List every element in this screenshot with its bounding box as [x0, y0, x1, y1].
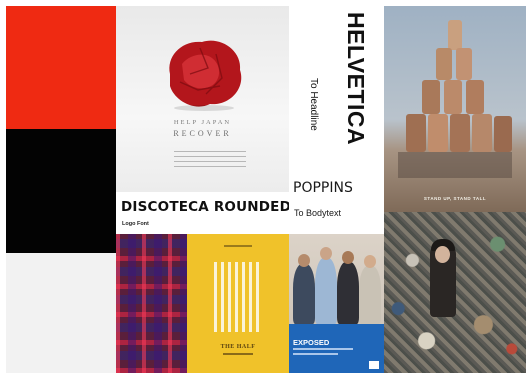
poster-text-line [293, 353, 338, 355]
poster-line-2: RECOVER [173, 129, 232, 138]
poster-subcaption-line [223, 353, 253, 355]
font-usage-headline: To Headline [308, 78, 319, 131]
color-swatch-light-gray [6, 253, 116, 373]
poster-caption: THE HALF [220, 344, 256, 350]
font-name-body: POPPINS [293, 180, 353, 196]
poster-title: EXPOSED [293, 338, 330, 347]
poster-help-japan: HELP JAPAN RECOVER [116, 6, 289, 192]
font-card-logo: DISCOTECA ROUNDED Logo Font [116, 192, 289, 234]
poster-exposed: EXPOSED [289, 234, 384, 373]
mood-board: HELP JAPAN RECOVER DISCOTECA ROUNDED Log… [0, 0, 532, 379]
font-card-body: POPPINS To Bodytext [291, 174, 384, 232]
color-swatch-black [6, 129, 116, 253]
stripes-graphic [214, 262, 262, 332]
human-pyramid-photo: STAND UP, STAND TALL [384, 6, 526, 212]
poster-header-line [224, 245, 252, 247]
poster-line-1: HELP JAPAN [173, 119, 232, 126]
font-name-logo: DISCOTECA ROUNDED [121, 199, 289, 215]
studio-logo-icon [369, 361, 379, 369]
poster-text-line [293, 348, 353, 350]
clutter-collage-photo [384, 212, 526, 373]
color-swatch-red [6, 6, 116, 129]
person-face [435, 246, 450, 263]
font-usage-body: To Bodytext [294, 208, 342, 218]
font-name-headline: HELVETICA [343, 12, 369, 146]
plaid-pattern-image [116, 234, 187, 373]
poster-yellow: THE HALF [187, 234, 289, 373]
photo-caption: STAND UP, STAND TALL [423, 196, 487, 201]
group-photo [289, 234, 384, 324]
poster-title-band: EXPOSED [289, 324, 384, 373]
font-card-headline: HELVETICA To Headline [291, 6, 384, 174]
poster-body-lines [174, 151, 246, 171]
red-crumpled-paper-icon [169, 40, 242, 111]
font-usage-logo: Logo Font [122, 221, 149, 227]
